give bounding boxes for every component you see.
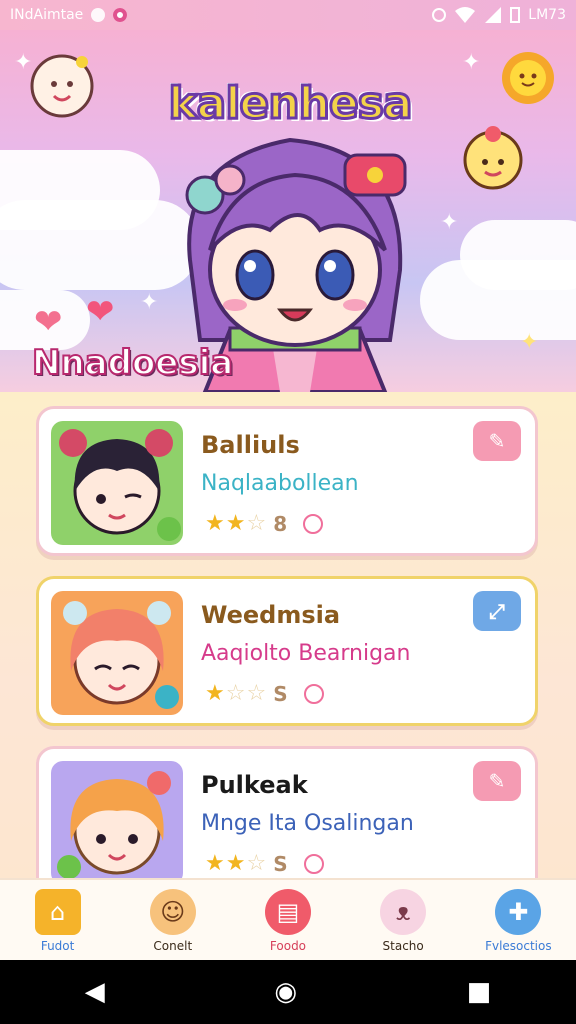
cloud — [460, 220, 576, 290]
nav-label: Fvlesoctios — [485, 939, 552, 953]
clock-icon — [303, 683, 324, 704]
character-name: Weedmsia — [201, 601, 341, 629]
character-meta: ★★☆ S — [205, 851, 324, 876]
notification-icon-2 — [113, 8, 128, 22]
character-thumbnail — [51, 761, 183, 878]
sparkle-icon: ✦ — [440, 210, 459, 235]
pet-icon: ᴥ — [380, 889, 427, 935]
globe-plus-icon: ✚ — [495, 889, 542, 935]
clipboard-icon: ▤ — [264, 889, 311, 935]
nav-label: Foodo — [269, 939, 307, 953]
home-button-icon[interactable]: ◉ — [274, 977, 297, 1007]
character-thumbnail — [51, 591, 183, 715]
character-card[interactable]: Weedmsia Aaqiolto Bearnigan ★☆☆ S ⤢ — [36, 576, 538, 726]
link-icon: ⤢ — [489, 599, 505, 623]
character-list: Balliuls Naqlaabollean ★★☆ 8 ✎ Weedmsia … — [0, 392, 576, 878]
status-right: LM73 — [432, 6, 566, 24]
status-time: LM73 — [528, 7, 566, 23]
pencil-icon: ✎ — [488, 429, 506, 453]
clock-icon — [303, 853, 324, 874]
heart-icon: ❤ — [34, 302, 63, 342]
rating-stars: ★☆☆ — [205, 681, 268, 706]
status-left: INdAimtae — [10, 7, 128, 23]
character-tagline: Naqlaabollean — [201, 471, 359, 496]
alarm-icon — [432, 8, 447, 22]
character-name: Balliuls — [201, 431, 300, 459]
mascot-sticker-right — [463, 126, 523, 190]
notification-icon — [91, 8, 106, 22]
nav-item-favorites[interactable]: ✚ Fvlesoctios — [463, 889, 573, 953]
back-icon[interactable]: ◀ — [85, 977, 105, 1007]
wifi-icon — [455, 7, 476, 23]
edit-button[interactable]: ✎ — [473, 761, 521, 801]
home-icon: ⌂ — [34, 889, 81, 935]
rating-stars: ★★☆ — [205, 511, 268, 536]
status-app-name: INdAimtae — [10, 7, 84, 23]
mascot-sticker-left — [30, 54, 94, 118]
sparkle-icon: ✦ — [462, 50, 481, 75]
nav-item-character[interactable]: ☺ Conelt — [118, 889, 228, 953]
nav-item-food[interactable]: ▤ Foodo — [233, 889, 343, 953]
sparkle-icon: ✦ — [140, 290, 159, 315]
sparkle-icon: ✦ — [520, 330, 539, 355]
rating-value: 8 — [273, 511, 288, 536]
rating-value: S — [273, 681, 288, 706]
pencil-icon: ✎ — [488, 769, 506, 793]
character-thumbnail — [51, 421, 183, 545]
app-title: kalenhesa — [167, 77, 414, 131]
heart-icon: ❤ — [86, 292, 115, 332]
nav-label: Fudot — [40, 939, 75, 953]
nav-item-stash[interactable]: ᴥ Stacho — [348, 889, 458, 953]
clock-icon — [303, 513, 324, 534]
rating-stars: ★★☆ — [205, 851, 268, 876]
nav-label: Conelt — [153, 939, 193, 953]
sun-icon — [502, 52, 554, 104]
character-meta: ★☆☆ S — [205, 681, 324, 706]
character-meta: ★★☆ 8 — [205, 511, 324, 536]
system-navigation-bar: ◀ ◉ ■ — [0, 960, 576, 1024]
character-icon: ☺ — [149, 889, 196, 935]
character-card[interactable]: Balliuls Naqlaabollean ★★☆ 8 ✎ — [36, 406, 538, 556]
status-bar: INdAimtae LM73 — [0, 0, 576, 30]
nav-item-home[interactable]: ⌂ Fudot — [3, 889, 113, 953]
recents-icon[interactable]: ■ — [467, 977, 492, 1007]
battery-icon — [510, 7, 521, 23]
rating-value: S — [273, 851, 288, 876]
nav-label: Stacho — [382, 939, 424, 953]
app-root: INdAimtae LM73 ✦ ✦ ✦ ✦ ✦ ❤ ❤ kalenhesa N… — [0, 0, 576, 1024]
link-button[interactable]: ⤢ — [473, 591, 521, 631]
character-card[interactable]: Pulkeak Mnge Ita Osalingan ★★☆ S ✎ — [36, 746, 538, 878]
hero-subtitle: Nnadoesia — [31, 342, 234, 384]
character-tagline: Aaqiolto Bearnigan — [201, 641, 411, 666]
signal-icon — [485, 7, 502, 23]
edit-button[interactable]: ✎ — [473, 421, 521, 461]
character-name: Pulkeak — [201, 771, 308, 799]
bottom-navigation: ⌂ Fudot ☺ Conelt ▤ Foodo ᴥ Stacho ✚ Fvle… — [0, 878, 576, 962]
hero-banner: ✦ ✦ ✦ ✦ ✦ ❤ ❤ kalenhesa Nnadoesia — [0, 30, 576, 392]
character-tagline: Mnge Ita Osalingan — [201, 811, 414, 836]
